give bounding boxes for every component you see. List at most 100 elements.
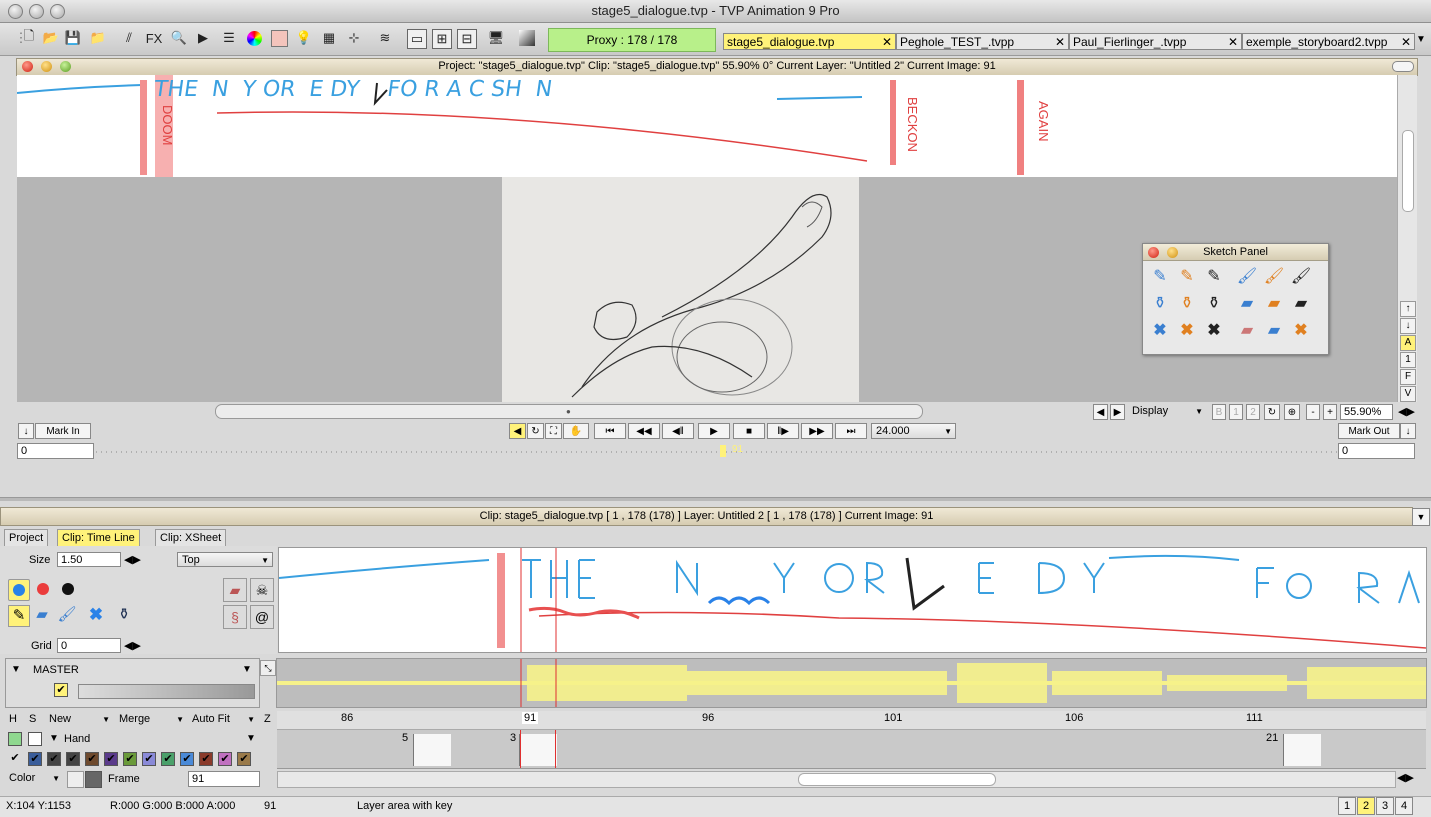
black-color-button[interactable] bbox=[58, 579, 78, 599]
display-select[interactable]: Display bbox=[1128, 404, 1206, 419]
play-button[interactable]: ▶ bbox=[698, 423, 730, 439]
mark-in-arrow-icon[interactable]: ↓ bbox=[18, 423, 34, 439]
clear-tool-icon[interactable]: ✖ bbox=[86, 605, 106, 625]
blue-color-button[interactable] bbox=[8, 579, 30, 601]
orange-brush-icon[interactable]: 🖌 bbox=[1263, 266, 1285, 288]
pencil-tool-icon[interactable]: ✎ bbox=[8, 605, 30, 627]
auto-fit-select[interactable]: Auto Fit bbox=[188, 712, 258, 727]
fx-button[interactable]: FX bbox=[143, 27, 165, 49]
master-menu-icon[interactable]: ▼ bbox=[242, 664, 252, 675]
fps-select[interactable]: 24.000 bbox=[871, 423, 956, 439]
z-label[interactable]: Z bbox=[264, 713, 271, 725]
page-4-button[interactable]: 4 bbox=[1395, 797, 1413, 815]
close-icon[interactable]: ✕ bbox=[1401, 34, 1411, 49]
timeline-ruler[interactable]: 86 91 96 101 106 111 bbox=[277, 711, 1426, 730]
light-table-icon[interactable]: 💡 bbox=[293, 27, 315, 49]
drawing-paper[interactable] bbox=[502, 177, 859, 402]
color-filter-4[interactable]: ✔ bbox=[85, 752, 99, 766]
side-v-button[interactable]: V bbox=[1400, 386, 1416, 402]
save-icon[interactable]: 💾 bbox=[62, 27, 84, 49]
color-filter-5[interactable]: ✔ bbox=[104, 752, 118, 766]
brush-tool-icon[interactable]: 🖌 bbox=[57, 605, 77, 625]
mark-in-button[interactable]: Mark In bbox=[35, 423, 91, 439]
open-folder-icon[interactable]: 📂 bbox=[40, 27, 62, 49]
stop-button[interactable]: ■ bbox=[733, 423, 765, 439]
zoom-out-button[interactable]: - bbox=[1306, 404, 1320, 420]
side-f-button[interactable]: F bbox=[1400, 369, 1416, 385]
mark-out-button[interactable]: Mark Out bbox=[1338, 423, 1400, 439]
orange-eraser-icon[interactable]: ▰ bbox=[1263, 293, 1285, 315]
doc-tab-1[interactable]: stage5_dialogue.tvp ✕ bbox=[723, 33, 896, 50]
center-view-icon[interactable]: ⊕ bbox=[1284, 404, 1300, 420]
layout-4-icon[interactable]: ⊞ bbox=[432, 29, 452, 49]
grid-stepper-icon[interactable]: ◀▶ bbox=[124, 639, 141, 652]
new-layer-select[interactable]: New bbox=[45, 712, 113, 727]
color-filter-11[interactable]: ✔ bbox=[218, 752, 232, 766]
close-icon[interactable]: ✕ bbox=[1055, 34, 1065, 49]
master-opacity-slider[interactable] bbox=[78, 684, 255, 699]
first-frame-button[interactable]: ⏮ bbox=[594, 423, 626, 439]
eraser-tool-icon[interactable]: ▰ bbox=[32, 605, 52, 625]
eraser-block-icon[interactable]: ▰ bbox=[223, 578, 247, 602]
fit-icon[interactable]: ⛶ bbox=[545, 423, 562, 439]
doc-tab-3[interactable]: Paul_Fierlinger_.tvpp ✕ bbox=[1069, 33, 1242, 50]
layer-visible-checkbox[interactable] bbox=[8, 732, 22, 746]
zoom-stepper-icon[interactable]: ◀▶ bbox=[1398, 405, 1415, 418]
timeline-preview[interactable] bbox=[278, 547, 1427, 653]
minimize-icon[interactable] bbox=[1167, 247, 1178, 258]
grid-field[interactable]: 0 bbox=[57, 638, 121, 653]
mark-out-arrow-icon[interactable]: ↓ bbox=[1400, 423, 1416, 439]
doc-tab-2[interactable]: Peghole_TEST_.tvpp ✕ bbox=[896, 33, 1069, 50]
scroll-down-button[interactable]: ↓ bbox=[1400, 318, 1416, 334]
tabs-menu-icon[interactable]: ▼ bbox=[1416, 34, 1426, 45]
color-filter-2[interactable]: ✔ bbox=[47, 752, 61, 766]
black-ink-icon[interactable]: ⚱ bbox=[1203, 293, 1225, 315]
timeline-scroll-arrows-icon[interactable]: ◀▶ bbox=[1397, 771, 1414, 784]
pink-eraser-icon[interactable]: ▰ bbox=[1236, 320, 1258, 342]
display-b-button[interactable]: B bbox=[1212, 404, 1226, 420]
zoom-icon[interactable]: 🔍 bbox=[168, 27, 190, 49]
key-thumbnail-current[interactable] bbox=[519, 734, 557, 766]
layer-collapse-icon[interactable]: ▼ bbox=[49, 733, 59, 744]
color-filter-1[interactable]: ✔ bbox=[28, 752, 42, 766]
black-clear-icon[interactable]: ✖ bbox=[1203, 320, 1225, 342]
skull-icon[interactable]: ☠ bbox=[250, 578, 274, 602]
audio-waveform[interactable] bbox=[276, 658, 1427, 708]
zoom-field[interactable]: 55.90% bbox=[1340, 404, 1393, 420]
color-swatch-icon[interactable] bbox=[268, 27, 290, 49]
fast-forward-button[interactable]: ▶▶ bbox=[801, 423, 833, 439]
layer-track[interactable]: 5 3 21 bbox=[277, 730, 1426, 769]
panel-divider[interactable] bbox=[0, 497, 1431, 501]
color-filter-3[interactable]: ✔ bbox=[66, 752, 80, 766]
tab-project[interactable]: Project bbox=[4, 529, 49, 547]
layer-name[interactable]: Hand bbox=[64, 733, 90, 745]
out-field[interactable]: 0 bbox=[1338, 443, 1415, 459]
orange-ink-icon[interactable]: ⚱ bbox=[1176, 293, 1198, 315]
sound-icon[interactable]: ◀ bbox=[509, 423, 526, 439]
display-1-button[interactable]: 1 bbox=[1229, 404, 1243, 420]
layer-check-icon[interactable]: ✔ bbox=[8, 752, 22, 766]
close-icon[interactable]: ✕ bbox=[1228, 34, 1238, 49]
color-select[interactable]: Color bbox=[5, 771, 63, 786]
color-filter-10[interactable]: ✔ bbox=[199, 752, 213, 766]
step-back-button[interactable]: ◀‖ bbox=[662, 423, 694, 439]
rotate-reset-icon[interactable]: ↻ bbox=[1264, 404, 1280, 420]
color-filter-7[interactable]: ✔ bbox=[142, 752, 156, 766]
layer-solo-checkbox[interactable] bbox=[28, 732, 42, 746]
multi-clear-icon[interactable]: ✖ bbox=[1290, 320, 1312, 342]
blue-eraser-icon[interactable]: ▰ bbox=[1236, 293, 1258, 315]
step-forward-button[interactable]: ‖▶ bbox=[767, 423, 799, 439]
toggle-toolbar-button[interactable] bbox=[1392, 61, 1414, 72]
layers-icon[interactable]: ☰ bbox=[218, 27, 240, 49]
resize-handle-icon[interactable]: ⤡ bbox=[260, 660, 276, 676]
new-file-icon[interactable]: 🗋 bbox=[18, 27, 40, 49]
page-1-button[interactable]: 1 bbox=[1338, 797, 1356, 815]
color-filter-6[interactable]: ✔ bbox=[123, 752, 137, 766]
key-thumbnail[interactable] bbox=[413, 734, 451, 766]
prev-display-button[interactable]: ◀ bbox=[1093, 404, 1108, 420]
tab-xsheet[interactable]: Clip: XSheet bbox=[155, 529, 227, 547]
side-a-button[interactable]: A bbox=[1400, 335, 1416, 351]
black-pencil-icon[interactable]: ✎ bbox=[1203, 266, 1225, 288]
last-frame-button[interactable]: ⏭ bbox=[835, 423, 867, 439]
swirl-icon[interactable]: § bbox=[223, 605, 247, 629]
